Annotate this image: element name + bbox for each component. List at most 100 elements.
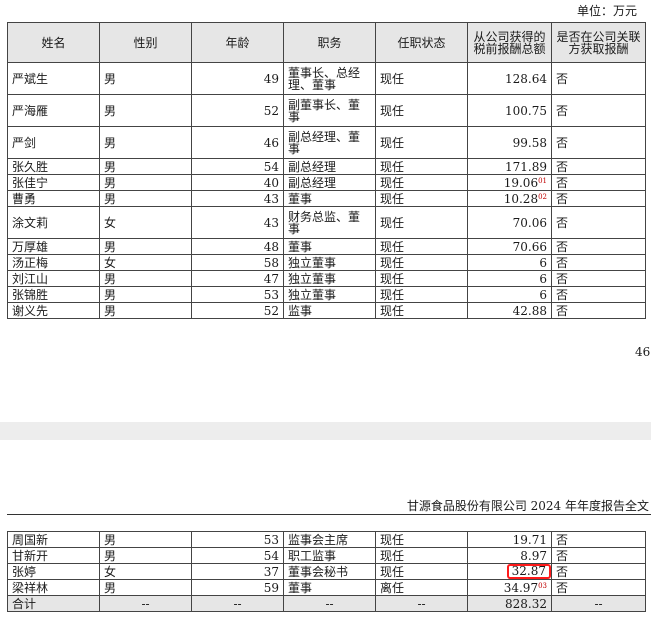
related-cell: 否 <box>551 158 646 175</box>
page-gap <box>0 422 651 440</box>
age-cell: 54 <box>191 547 284 564</box>
status-cell: 现任 <box>375 302 468 319</box>
age-cell: 40 <box>191 174 284 191</box>
name-cell: 万厚雄 <box>7 238 100 255</box>
title-cell: 副总经理 <box>283 158 376 175</box>
table-row: 严海雁男 52 副董事长、董事 现任 100.75 否 <box>7 94 646 127</box>
pay-cell: 42.88 <box>467 302 552 319</box>
age-cell: 43 <box>191 190 284 207</box>
status-cell: 离任 <box>375 579 468 596</box>
pay-value: 6 <box>539 287 547 302</box>
pay-value: 19.71 <box>512 532 547 547</box>
name-cell: 汤正梅 <box>7 254 100 271</box>
gender-cell: 男 <box>99 270 192 287</box>
related-cell: 否 <box>551 286 646 303</box>
related-cell: 否 <box>551 126 646 159</box>
name-cell: 张佳宁 <box>7 174 100 191</box>
related-cell: 否 <box>551 563 646 580</box>
table-row: 曹勇男 43 董事 现任 10.2802 否 <box>7 190 646 207</box>
title-cell: 副总经理 <box>283 174 376 191</box>
status-cell: 现任 <box>375 270 468 287</box>
age-cell: 58 <box>191 254 284 271</box>
table-row: 甘新开男 54 职工监事 现任 8.97 否 <box>7 547 646 564</box>
name-cell: 严海雁 <box>7 94 100 127</box>
gender-cell: 女 <box>99 254 192 271</box>
gender-cell: 男 <box>99 94 192 127</box>
total-status: -- <box>375 595 468 612</box>
pay-cell: 100.75 <box>467 94 552 127</box>
name-cell: 严剑 <box>7 126 100 159</box>
report-header: 甘源食品股份有限公司 2024 年年度报告全文 <box>406 499 649 513</box>
table-header-row: 姓名 性别 年龄 职务 任职状态 从公司获得的税前报酬总额 是否在公司关联方获取… <box>7 22 646 63</box>
pay-value-highlighted: 32.87 <box>506 564 551 579</box>
unit-label: 单位：万元 <box>576 4 637 18</box>
table-row: 涂文莉女 43 财务总监、董事 现任 70.06 否 <box>7 206 646 239</box>
status-cell: 现任 <box>375 547 468 564</box>
pay-value: 70.06 <box>512 215 547 230</box>
related-cell: 否 <box>551 174 646 191</box>
related-cell: 否 <box>551 254 646 271</box>
related-cell: 否 <box>551 94 646 127</box>
age-cell: 49 <box>191 62 284 95</box>
related-cell: 否 <box>551 547 646 564</box>
table-row: 万厚雄男 48 董事 现任 70.66 否 <box>7 238 646 255</box>
name-cell: 谢义先 <box>7 302 100 319</box>
name-cell: 张婷 <box>7 563 100 580</box>
title-cell: 独立董事 <box>283 254 376 271</box>
pay-value: 19.06 <box>503 175 539 190</box>
status-cell: 现任 <box>375 158 468 175</box>
pay-value: 70.66 <box>512 239 547 254</box>
header-status: 任职状态 <box>375 22 468 63</box>
title-cell: 董事会秘书 <box>283 563 376 580</box>
age-cell: 48 <box>191 238 284 255</box>
name-cell: 刘江山 <box>7 270 100 287</box>
table-row: 刘江山男 47 独立董事 现任 6 否 <box>7 270 646 287</box>
name-cell: 严斌生 <box>7 62 100 95</box>
table-row: 张婷女 37 董事会秘书 现任 32.87 否 <box>7 563 646 580</box>
pay-cell: 32.87 <box>467 563 552 580</box>
status-cell: 现任 <box>375 254 468 271</box>
pay-value: 8.97 <box>520 548 547 563</box>
pay-cell: 6 <box>467 254 552 271</box>
gender-cell: 女 <box>99 563 192 580</box>
title-cell: 财务总监、董事 <box>283 206 376 239</box>
pay-cell: 70.66 <box>467 238 552 255</box>
title-cell: 副总经理、董事 <box>283 126 376 159</box>
gender-cell: 男 <box>99 531 192 548</box>
pay-cell: 128.64 <box>467 62 552 95</box>
pay-cell: 34.9703 <box>467 579 552 596</box>
status-cell: 现任 <box>375 563 468 580</box>
footnote-marker: 03 <box>538 581 547 590</box>
footnote-marker: 02 <box>538 192 547 201</box>
pay-value: 128.64 <box>505 71 547 86</box>
age-cell: 43 <box>191 206 284 239</box>
table-row: 谢义先男 52 监事 现任 42.88 否 <box>7 302 646 319</box>
pay-cell: 6 <box>467 286 552 303</box>
title-cell: 董事 <box>283 238 376 255</box>
related-cell: 否 <box>551 302 646 319</box>
compensation-table-continued: 周国新男 53 监事会主席 现任 19.71 否甘新开男 54 职工监事 现任 8.97 否张婷女 3… <box>7 531 646 612</box>
status-cell: 现任 <box>375 190 468 207</box>
pay-cell: 99.58 <box>467 126 552 159</box>
name-cell: 甘新开 <box>7 547 100 564</box>
pay-value: 171.89 <box>505 159 547 174</box>
title-cell: 监事 <box>283 302 376 319</box>
table-row: 严斌生男 49 董事长、总经理、董事 现任 128.64 否 <box>7 62 646 95</box>
pay-cell: 19.71 <box>467 531 552 548</box>
table-row: 梁祥林男 59 董事 离任 34.9703 否 <box>7 579 646 596</box>
related-cell: 否 <box>551 238 646 255</box>
status-cell: 现任 <box>375 286 468 303</box>
status-cell: 现任 <box>375 62 468 95</box>
age-cell: 53 <box>191 286 284 303</box>
total-gender: -- <box>99 595 192 612</box>
name-cell: 张锦胜 <box>7 286 100 303</box>
gender-cell: 女 <box>99 206 192 239</box>
age-cell: 53 <box>191 531 284 548</box>
table-row: 严剑男 46 副总经理、董事 现任 99.58 否 <box>7 126 646 159</box>
age-cell: 52 <box>191 94 284 127</box>
pay-cell: 10.2802 <box>467 190 552 207</box>
title-cell: 独立董事 <box>283 270 376 287</box>
name-cell: 曹勇 <box>7 190 100 207</box>
age-cell: 59 <box>191 579 284 596</box>
related-cell: 否 <box>551 270 646 287</box>
